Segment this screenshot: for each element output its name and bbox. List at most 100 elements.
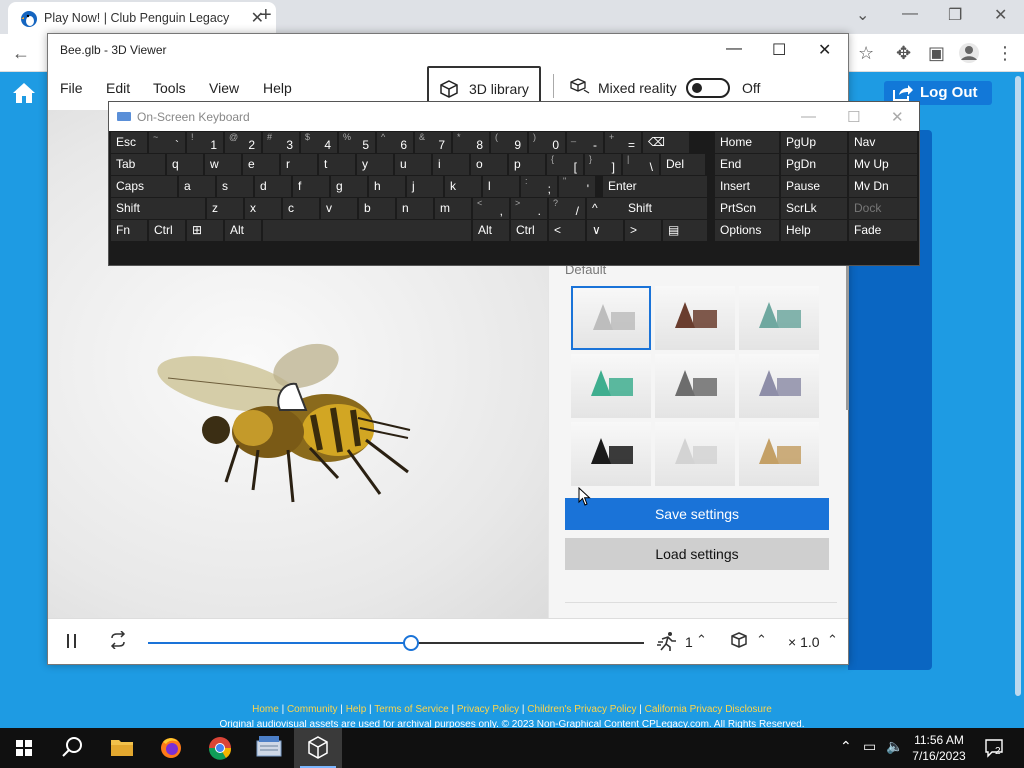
star-icon[interactable]: ☆ (858, 43, 874, 64)
key-pgdn[interactable]: PgDn (781, 154, 847, 175)
key-^[interactable]: ^ (587, 198, 623, 219)
volume-muted-icon[interactable]: 🔈 (886, 738, 903, 755)
footer-link-community[interactable]: Community (287, 704, 338, 715)
key-help[interactable]: Help (781, 220, 847, 241)
key-Del[interactable]: Del (661, 154, 705, 175)
system-clock[interactable]: 11:56 AM 7/16/2023 (908, 732, 970, 764)
key-nav[interactable]: Nav (849, 132, 917, 153)
mixed-reality-toggle[interactable] (686, 78, 730, 98)
key-r[interactable]: r (281, 154, 317, 175)
key-][interactable]: }] (585, 154, 621, 175)
key-Shift[interactable]: Shift (623, 198, 707, 219)
key-▤[interactable]: ▤ (663, 220, 707, 241)
search-button[interactable] (48, 728, 96, 768)
page-scrollbar[interactable] (1012, 72, 1024, 728)
environment-tile-light-gray[interactable] (655, 422, 735, 486)
environment-tile-dark-red[interactable] (655, 286, 735, 350)
key-6[interactable]: ^ 6 (377, 132, 413, 153)
chevron-down-icon[interactable]: ⌄ (856, 5, 869, 25)
key-Enter[interactable]: Enter (603, 176, 707, 197)
menu-tools[interactable]: Tools (153, 80, 186, 96)
key-7[interactable]: & 7 (415, 132, 451, 153)
key-m[interactable]: m (435, 198, 471, 219)
key-;[interactable]: :; (521, 176, 557, 197)
key->[interactable]: > (625, 220, 661, 241)
environment-tile-lavender[interactable] (739, 354, 819, 418)
key-end[interactable]: End (715, 154, 779, 175)
key-.[interactable]: >. (511, 198, 547, 219)
key-=[interactable]: + = (605, 132, 641, 153)
minimize-icon[interactable]: — (902, 5, 918, 23)
key-Ctrl[interactable]: Ctrl (511, 220, 547, 241)
network-icon[interactable]: ▭ (863, 738, 876, 755)
key-\[interactable]: | \ (623, 154, 659, 175)
new-tab-button[interactable]: + (260, 4, 272, 27)
key-v[interactable]: v (321, 198, 357, 219)
environment-tile-default-gray[interactable] (571, 286, 651, 350)
key-8[interactable]: * 8 (453, 132, 489, 153)
key-u[interactable]: u (395, 154, 431, 175)
lighting-cube-icon[interactable] (730, 632, 750, 650)
key-prtscn[interactable]: PrtScn (715, 198, 779, 219)
menu-view[interactable]: View (209, 80, 239, 96)
animation-runner-icon[interactable] (656, 631, 678, 651)
key-n[interactable]: n (397, 198, 433, 219)
key-s[interactable]: s (217, 176, 253, 197)
chrome-button[interactable] (196, 728, 244, 768)
footer-link-children-privacy[interactable]: Children's Privacy Policy (527, 704, 636, 715)
minimize-icon[interactable]: — (801, 108, 816, 125)
key-home[interactable]: Home (715, 132, 779, 153)
key-Ctrl[interactable]: Ctrl (149, 220, 185, 241)
key-4[interactable]: $4 (301, 132, 337, 153)
key-Fn[interactable]: Fn (111, 220, 147, 241)
environment-tile-multicolor[interactable] (739, 422, 819, 486)
close-icon[interactable]: ✕ (818, 40, 831, 60)
chevron-up-icon[interactable]: ⌃ (756, 632, 767, 648)
key--[interactable]: _ - (567, 132, 603, 153)
key-⊞[interactable]: ⊞ (187, 220, 223, 241)
puzzle-extension-icon[interactable]: ✥ (896, 43, 911, 64)
environment-tile-green[interactable] (571, 354, 651, 418)
key-j[interactable]: j (407, 176, 443, 197)
back-arrow-icon[interactable]: ← (12, 43, 30, 64)
maximize-icon[interactable]: ☐ (847, 108, 860, 126)
timeline-slider[interactable] (148, 635, 644, 651)
chevron-up-icon[interactable]: ⌃ (696, 632, 707, 648)
key-a[interactable]: a (179, 176, 215, 197)
key-q[interactable]: q (167, 154, 203, 175)
key-<[interactable]: < (549, 220, 585, 241)
key-9[interactable]: (9 (491, 132, 527, 153)
profile-avatar-icon[interactable] (958, 42, 980, 64)
key-mv-dn[interactable]: Mv Dn (849, 176, 917, 197)
footer-link-privacy[interactable]: Privacy Policy (457, 704, 519, 715)
osk-titlebar[interactable]: On-Screen Keyboard — ☐ ✕ (109, 102, 919, 131)
footer-link-terms[interactable]: Terms of Service (374, 704, 448, 715)
minimize-icon[interactable]: — (726, 40, 742, 58)
chevron-up-icon[interactable]: ⌃ (827, 632, 838, 648)
osk-taskbar-button[interactable] (245, 728, 293, 768)
footer-link-home[interactable]: Home (252, 704, 279, 715)
environment-tile-teal[interactable] (739, 286, 819, 350)
key-g[interactable]: g (331, 176, 367, 197)
key-pgup[interactable]: PgUp (781, 132, 847, 153)
load-settings-button[interactable]: Load settings (565, 538, 829, 570)
key-space[interactable] (263, 220, 471, 241)
key-/[interactable]: ? / (549, 198, 585, 219)
chevron-up-icon[interactable]: ⌃ (840, 738, 852, 755)
more-menu-icon[interactable]: ⋮ (996, 43, 1014, 64)
key-x[interactable]: x (245, 198, 281, 219)
key-insert[interactable]: Insert (715, 176, 779, 197)
key-scrlk[interactable]: ScrLk (781, 198, 847, 219)
key-5[interactable]: % 5 (339, 132, 375, 153)
key-Shift[interactable]: Shift (111, 198, 205, 219)
key-fade[interactable]: Fade (849, 220, 917, 241)
close-icon[interactable]: ✕ (891, 108, 904, 126)
restore-icon[interactable]: ❐ (948, 5, 962, 25)
key-c[interactable]: c (283, 198, 319, 219)
key-[[interactable]: {[ (547, 154, 583, 175)
timeline-thumb[interactable] (402, 635, 419, 651)
key-Tab[interactable]: Tab (111, 154, 165, 175)
key-options[interactable]: Options (715, 220, 779, 241)
notification-center-button[interactable]: 2 (984, 738, 1006, 761)
3d-library-button[interactable]: 3D library (427, 66, 541, 106)
